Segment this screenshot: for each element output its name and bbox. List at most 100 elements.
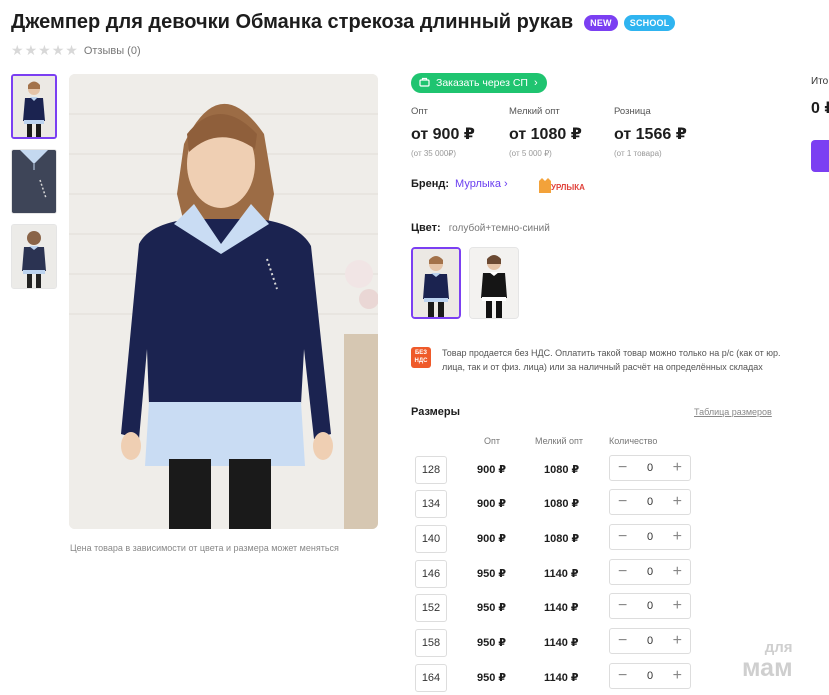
size-small-price: 1140 ₽ [544, 568, 579, 580]
plus-icon[interactable]: + [673, 668, 682, 684]
no-vat-icon: БЕЗ НДС [411, 347, 431, 368]
total-value: 0 ₽ [811, 100, 829, 117]
price-label: Розница [614, 106, 651, 117]
color-swatch-1[interactable] [411, 247, 461, 319]
plus-icon[interactable]: + [673, 598, 682, 614]
size-small-price: 1080 ₽ [544, 533, 580, 545]
brand-label: Бренд: [411, 178, 450, 190]
size-opt-price: 950 ₽ [477, 637, 507, 649]
main-product-image[interactable] [69, 74, 378, 529]
quantity-value[interactable]: 0 [647, 635, 653, 647]
size-row: 128 900 ₽ 1080 ₽ − 0 + [415, 455, 695, 484]
minus-icon[interactable]: − [618, 529, 627, 545]
price-min: (от 1 товара) [614, 149, 662, 158]
price-opt: Опт от 900 ₽ (от 35 000₽) [411, 106, 475, 158]
quantity-value[interactable]: 0 [647, 462, 653, 474]
chevron-right-icon: › [533, 77, 538, 89]
total-label: Ито [811, 76, 829, 87]
price-label: Мелкий опт [509, 106, 560, 117]
size-table-link[interactable]: Таблица размеров [694, 407, 772, 417]
cart-icon [419, 77, 430, 90]
thumbnail-list [11, 74, 59, 299]
brand-row: Бренд: Мурлыка › [411, 178, 508, 190]
size-opt-price: 900 ₽ [477, 533, 507, 545]
col-qty: Количество [609, 436, 658, 446]
order-via-sp-button[interactable]: Заказать через СП › [411, 73, 547, 93]
thumbnail-1[interactable] [11, 74, 57, 139]
size-label: 152 [415, 594, 447, 622]
size-small-price: 1140 ₽ [544, 602, 579, 614]
plus-icon[interactable]: + [673, 460, 682, 476]
price-small-opt: Мелкий опт от 1080 ₽ (от 5 000 ₽) [509, 106, 582, 158]
price-value: от 1566 ₽ [614, 126, 687, 143]
star-icon: ★ [38, 42, 51, 58]
col-small-opt: Мелкий опт [535, 436, 584, 446]
brand-logo[interactable]: УРЛЫКА [537, 177, 594, 195]
brand-logo-text: УРЛЫКА [551, 183, 585, 192]
quantity-value[interactable]: 0 [647, 600, 653, 612]
size-row: 158 950 ₽ 1140 ₽ − 0 + [415, 628, 695, 657]
size-label: 146 [415, 560, 447, 588]
price-label: Опт [411, 106, 428, 117]
new-badge: NEW [584, 14, 618, 31]
size-row: 152 950 ₽ 1140 ₽ − 0 + [415, 593, 695, 622]
quantity-value[interactable]: 0 [647, 566, 653, 578]
vat-notice: БЕЗ НДС Товар продается без НДС. Оплатит… [411, 347, 781, 374]
minus-icon[interactable]: − [618, 598, 627, 614]
product-title-row: Джемпер для девочки Обманка стрекоза дли… [11, 11, 676, 34]
quantity-stepper: − 0 + [609, 559, 691, 585]
size-opt-price: 900 ₽ [477, 464, 507, 476]
school-badge: SCHOOL [623, 14, 676, 31]
plus-icon[interactable]: + [673, 564, 682, 580]
price-value: от 1080 ₽ [509, 126, 582, 143]
quantity-value[interactable]: 0 [647, 496, 653, 508]
plus-icon[interactable]: + [673, 494, 682, 510]
thumbnail-2[interactable] [11, 149, 57, 214]
sizes-title: Размеры [411, 406, 461, 418]
quantity-stepper: − 0 + [609, 628, 691, 654]
minus-icon[interactable]: − [618, 668, 627, 684]
price-retail: Розница от 1566 ₽ (от 1 товара) [614, 106, 687, 158]
watermark-line2: мам [742, 654, 793, 682]
minus-icon[interactable]: − [618, 633, 627, 649]
minus-icon[interactable]: − [618, 564, 627, 580]
size-row: 140 900 ₽ 1080 ₽ − 0 + [415, 524, 695, 553]
minus-icon[interactable]: − [618, 460, 627, 476]
color-swatch-2[interactable] [469, 247, 519, 319]
size-label: 140 [415, 525, 447, 553]
price-note: Цена товара в зависимости от цвета и раз… [70, 543, 339, 553]
quantity-value[interactable]: 0 [647, 531, 653, 543]
col-opt: Опт [484, 436, 500, 446]
star-icon: ★ [11, 42, 24, 58]
star-icon: ★ [65, 42, 78, 58]
vat-text: Товар продается без НДС. Оплатить такой … [442, 348, 781, 372]
size-opt-price: 900 ₽ [477, 498, 507, 510]
size-row: 146 950 ₽ 1140 ₽ − 0 + [415, 559, 695, 588]
watermark-line1: для [764, 639, 793, 656]
plus-icon[interactable]: + [673, 529, 682, 545]
size-row: 164 950 ₽ 1140 ₽ − 0 + [415, 663, 695, 692]
size-label: 164 [415, 664, 447, 692]
price-min: (от 35 000₽) [411, 149, 457, 158]
plus-icon[interactable]: + [673, 633, 682, 649]
brand-name: Мурлыка [455, 178, 501, 190]
size-label: 134 [415, 490, 447, 518]
minus-icon[interactable]: − [618, 494, 627, 510]
thumbnail-3[interactable] [11, 224, 57, 289]
color-row: Цвет: голубой+темно-синий [411, 222, 550, 234]
color-value: голубой+темно-синий [448, 223, 550, 234]
size-label: 128 [415, 456, 447, 484]
quantity-stepper: − 0 + [609, 663, 691, 689]
add-to-cart-button[interactable] [811, 140, 829, 172]
quantity-stepper: − 0 + [609, 524, 691, 550]
size-opt-price: 950 ₽ [477, 568, 507, 580]
rating: ★ ★ ★ ★ ★ Отзывы (0) [11, 42, 141, 59]
order-via-sp-label: Заказать через СП [436, 77, 528, 89]
quantity-stepper: − 0 + [609, 593, 691, 619]
price-value: от 900 ₽ [411, 126, 475, 143]
reviews-link[interactable]: Отзывы (0) [84, 45, 141, 57]
brand-link[interactable]: Мурлыка › [455, 178, 508, 190]
color-label: Цвет: [411, 222, 441, 234]
quantity-value[interactable]: 0 [647, 670, 653, 682]
watermark: для мам [742, 640, 793, 681]
